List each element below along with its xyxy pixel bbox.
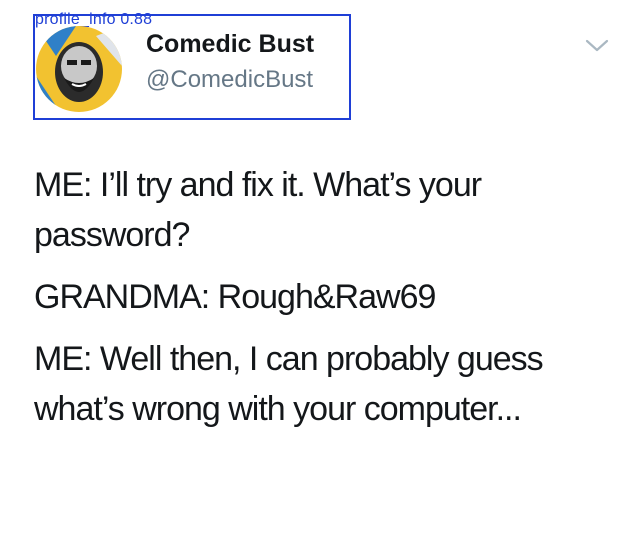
avatar-illustration-icon (36, 26, 122, 112)
author-handle[interactable]: @ComedicBust (146, 66, 313, 94)
detection-label: profile_info 0.88 (35, 11, 153, 28)
tweet-line: ME: Well then, I can probably guess what… (34, 340, 544, 428)
chevron-down-icon[interactable] (584, 36, 610, 56)
tweet-line: ME: I’ll try and fix it. What’s your pas… (34, 166, 482, 254)
tweet-body: ME: I’ll try and fix it. What’s your pas… (34, 160, 614, 446)
avatar[interactable] (36, 26, 122, 112)
author-display-name[interactable]: Comedic Bust (146, 30, 314, 59)
tweet-line: GRANDMA: Rough&Raw69 (34, 278, 436, 316)
